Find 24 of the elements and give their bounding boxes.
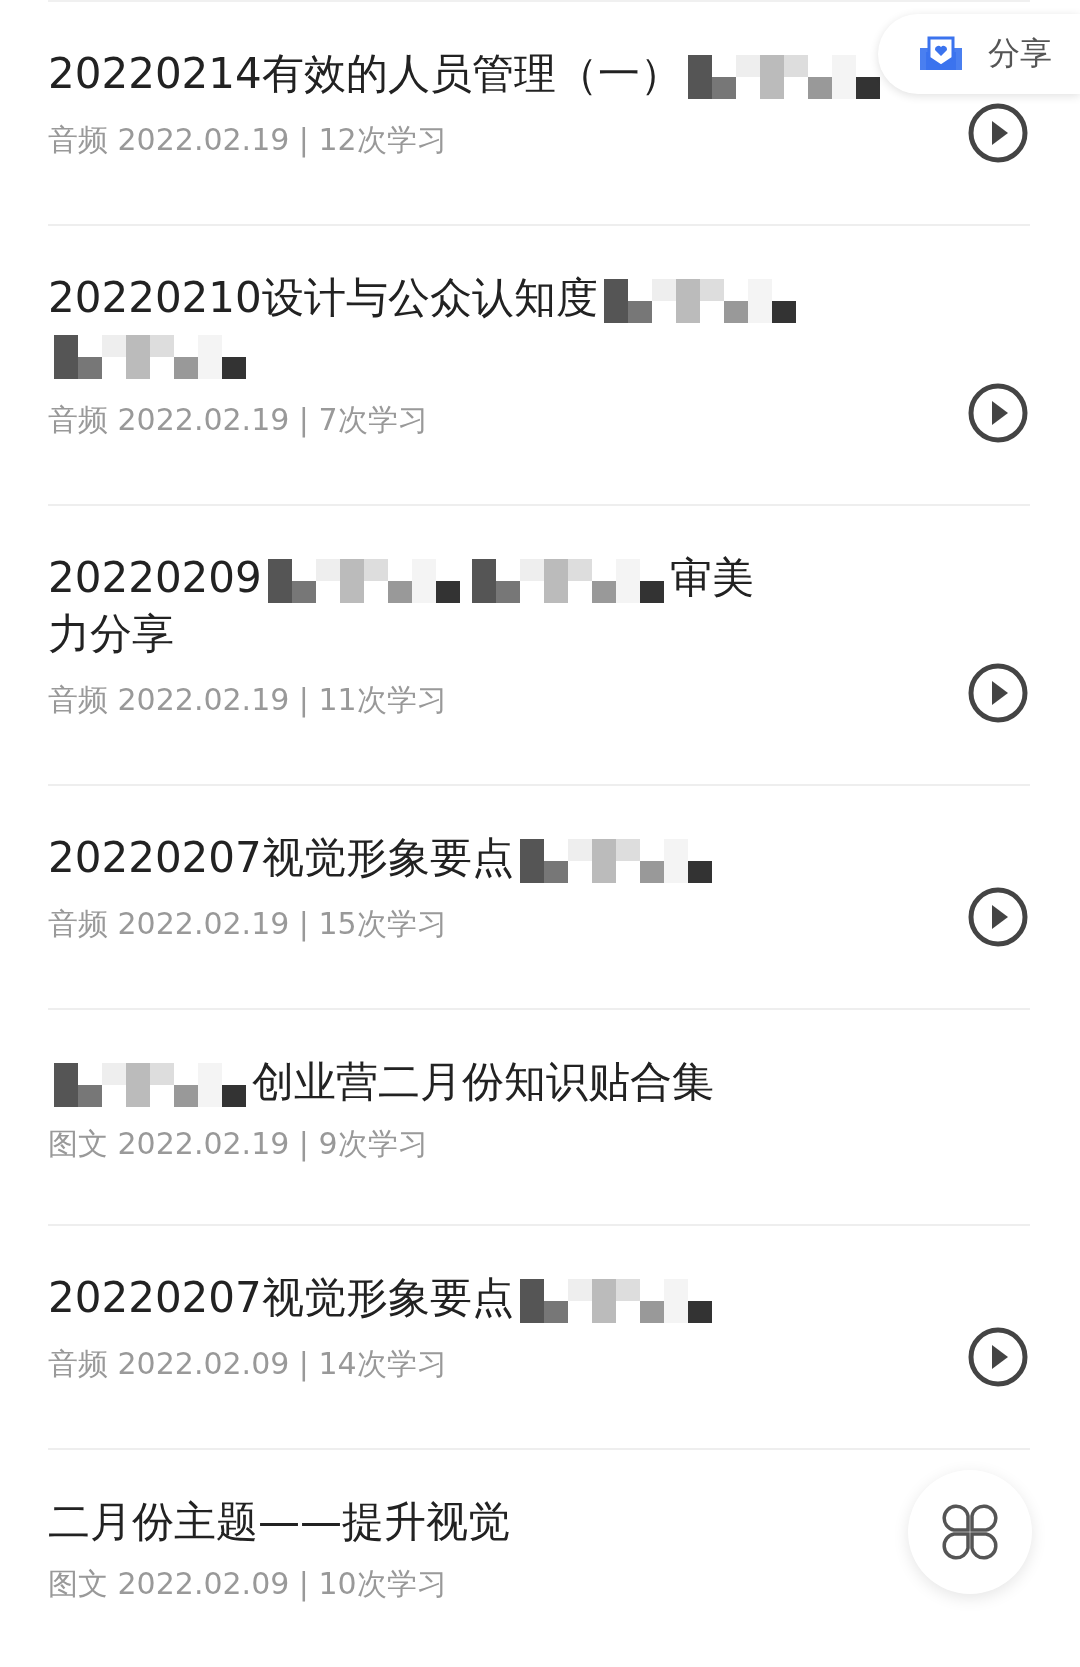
item-meta: 音频 2022.02.19 | 7次学习 <box>48 401 429 440</box>
item-meta: 图文 2022.02.19 | 9次学习 <box>48 1125 429 1164</box>
clover-icon <box>940 1502 1000 1562</box>
title-text: 审美 <box>669 553 754 602</box>
title-text: 20220207视觉形象要点 <box>48 833 514 882</box>
item-meta: 音频 2022.02.19 | 15次学习 <box>48 905 448 944</box>
title-text: 20220210设计与公众认知度 <box>48 273 598 322</box>
title-text: 20220207视觉形象要点 <box>48 1273 514 1322</box>
play-icon[interactable] <box>967 886 1029 948</box>
heart-envelope-icon <box>918 36 964 72</box>
share-button[interactable]: 分享 <box>878 14 1080 94</box>
play-icon[interactable] <box>967 382 1029 444</box>
title-text: 创业营二月份知识贴合集 <box>252 1057 714 1106</box>
item-meta: 音频 2022.02.19 | 12次学习 <box>48 121 448 160</box>
title-text: 力分享 <box>48 609 174 658</box>
item-meta: 音频 2022.02.19 | 11次学习 <box>48 681 448 720</box>
play-icon[interactable] <box>967 1326 1029 1388</box>
title-text: 二月份主题——提升视觉 <box>48 1497 510 1546</box>
title-text: 20220214有效的人员管理（一） <box>48 49 682 98</box>
item-meta: 音频 2022.02.09 | 14次学习 <box>48 1345 448 1384</box>
title-text: 20220209 <box>48 553 262 602</box>
play-icon[interactable] <box>967 662 1029 724</box>
item-meta: 图文 2022.02.09 | 10次学习 <box>48 1565 448 1604</box>
play-icon[interactable] <box>967 102 1029 164</box>
